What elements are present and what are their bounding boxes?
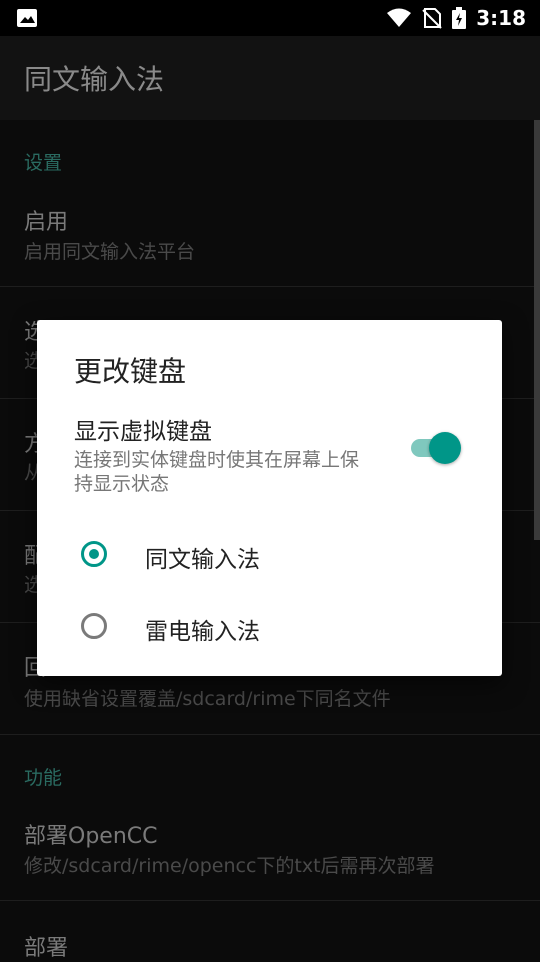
app-title: 同文输入法	[24, 63, 165, 96]
radio-selected-icon[interactable]	[81, 541, 107, 567]
battery-charging-icon	[452, 7, 467, 29]
pref-deploy-opencc[interactable]: 部署OpenCC 修改/sdcard/rime/opencc下的txt后需再次部…	[0, 798, 540, 901]
no-sim-icon	[422, 8, 442, 29]
pref-subtitle: 启用同文输入法平台	[24, 241, 196, 263]
scrollbar[interactable]	[534, 120, 540, 540]
show-virtual-keyboard-description: 连接到实体键盘时使其在屏幕上保持显示状态	[74, 449, 360, 495]
status-icons: 3:18	[386, 0, 526, 36]
pref-subtitle: 修改/sdcard/rime/opencc下的txt后需再次部署	[24, 855, 435, 877]
pref-title: 部署	[24, 936, 69, 961]
keyboard-option-leidian[interactable]: 雷电输入法	[37, 596, 502, 660]
pref-title: 部署OpenCC	[24, 824, 158, 849]
show-virtual-keyboard-label: 显示虚拟键盘	[74, 419, 212, 445]
pref-title: 启用	[24, 210, 69, 235]
switch-thumb	[429, 432, 461, 464]
status-time: 3:18	[476, 6, 526, 30]
section-header-functions: 功能	[24, 767, 63, 789]
change-keyboard-dialog: 更改键盘 显示虚拟键盘 连接到实体键盘时使其在屏幕上保持显示状态 同文输入法 雷…	[37, 320, 502, 676]
keyboard-option-label: 雷电输入法	[145, 619, 260, 645]
pref-deploy[interactable]: 部署	[0, 900, 540, 961]
keyboard-option-label: 同文输入法	[145, 547, 260, 573]
pref-subtitle: 使用缺省设置覆盖/sdcard/rime下同名文件	[24, 688, 391, 710]
dialog-title: 更改键盘	[74, 355, 187, 388]
wifi-icon	[387, 8, 412, 27]
pref-enable[interactable]: 启用 启用同文输入法平台	[0, 182, 540, 287]
status-bar: 3:18	[0, 0, 540, 36]
app-bar: 同文输入法	[0, 36, 540, 120]
section-header-settings: 设置	[24, 152, 63, 174]
show-virtual-keyboard-switch[interactable]	[409, 430, 463, 464]
image-icon	[17, 9, 37, 27]
radio-unselected-icon[interactable]	[81, 613, 107, 639]
keyboard-option-tongwen[interactable]: 同文输入法	[37, 524, 502, 588]
